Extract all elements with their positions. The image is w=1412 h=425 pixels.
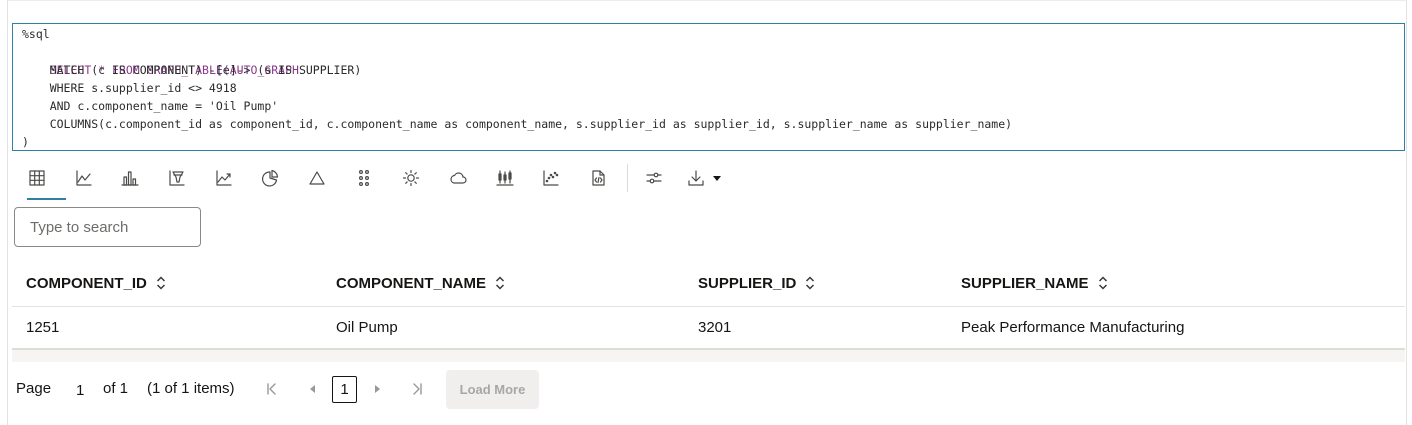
code-file-icon[interactable] — [581, 163, 615, 193]
frame-right-border — [1406, 0, 1407, 425]
code-line-5: AND c.component_name = 'Oil Pump' — [22, 99, 279, 113]
sql-editor[interactable]: %sql SELECT * FROM GRAPH_TABLE(AUTO_GRAP… — [12, 23, 1405, 151]
load-more-button[interactable]: Load More — [446, 370, 539, 409]
table-cell: Oil Pump — [336, 319, 398, 336]
sort-icon[interactable] — [1098, 276, 1108, 290]
page-label: Page — [16, 380, 52, 397]
table-footer-band — [12, 350, 1405, 362]
table-cell: 1251 — [26, 319, 60, 336]
scatter-plot-icon[interactable] — [534, 163, 568, 193]
box-plot-icon[interactable] — [488, 163, 522, 193]
code-line-3: MATCH (c IS COMPONENT) -[e]-> (s IS SUPP… — [22, 63, 362, 77]
search-input[interactable] — [14, 207, 201, 247]
column-header-label: COMPONENT_NAME — [336, 274, 487, 292]
matrix-icon[interactable] — [347, 163, 381, 193]
column-header-supplier-id[interactable]: SUPPLIER_ID — [698, 272, 815, 294]
column-header-supplier-name[interactable]: SUPPLIER_NAME — [961, 272, 1108, 294]
area-chart-icon[interactable] — [207, 163, 241, 193]
column-header-component-name[interactable]: COMPONENT_NAME — [336, 272, 505, 294]
tag-cloud-icon[interactable] — [441, 163, 475, 193]
sunburst-icon[interactable] — [394, 163, 428, 193]
table-icon[interactable] — [20, 163, 66, 200]
header-divider — [12, 306, 1405, 307]
column-header-label: SUPPLIER_ID — [698, 274, 797, 292]
column-header-label: COMPONENT_ID — [26, 274, 147, 292]
first-page-icon[interactable] — [263, 380, 281, 398]
download-icon[interactable] — [680, 163, 726, 193]
line-chart-icon[interactable] — [67, 163, 101, 193]
last-page-icon[interactable] — [408, 380, 426, 398]
sort-icon[interactable] — [495, 276, 505, 290]
frame-top-border — [7, 0, 1407, 1]
items-count-label: (1 of 1 items) — [147, 380, 235, 397]
current-page-button[interactable]: 1 — [332, 376, 357, 403]
table-cell: 3201 — [698, 319, 732, 336]
sliders-icon[interactable] — [637, 163, 671, 193]
visualization-toolbar — [12, 158, 732, 202]
column-header-component-id[interactable]: COMPONENT_ID — [26, 272, 166, 294]
pyramid-chart-icon[interactable] — [300, 163, 334, 193]
pie-chart-icon[interactable] — [253, 163, 287, 193]
sort-icon[interactable] — [805, 276, 815, 290]
funnel-chart-icon[interactable] — [160, 163, 194, 193]
code-line-2: SELECT * FROM GRAPH_TABLE(AUTO_GRAPH — [22, 43, 299, 77]
next-page-icon[interactable] — [368, 380, 386, 398]
frame-left-border — [7, 0, 8, 425]
table-cell: Peak Performance Manufacturing — [961, 319, 1185, 336]
chevron-down-icon — [713, 176, 721, 181]
page-count-label: of 1 — [103, 380, 129, 397]
toolbar-separator — [627, 164, 628, 192]
code-line-1: %sql — [22, 27, 50, 41]
page-number-input[interactable]: 1 — [76, 381, 84, 401]
previous-page-icon[interactable] — [304, 380, 322, 398]
column-header-label: SUPPLIER_NAME — [961, 274, 1089, 292]
code-line-6: COLUMNS(c.component_id as component_id, … — [22, 117, 1013, 131]
code-line-4: WHERE s.supplier_id <> 4918 — [22, 81, 237, 95]
sort-icon[interactable] — [156, 276, 166, 290]
code-line-7: ) — [22, 135, 29, 149]
bar-chart-icon[interactable] — [113, 163, 147, 193]
